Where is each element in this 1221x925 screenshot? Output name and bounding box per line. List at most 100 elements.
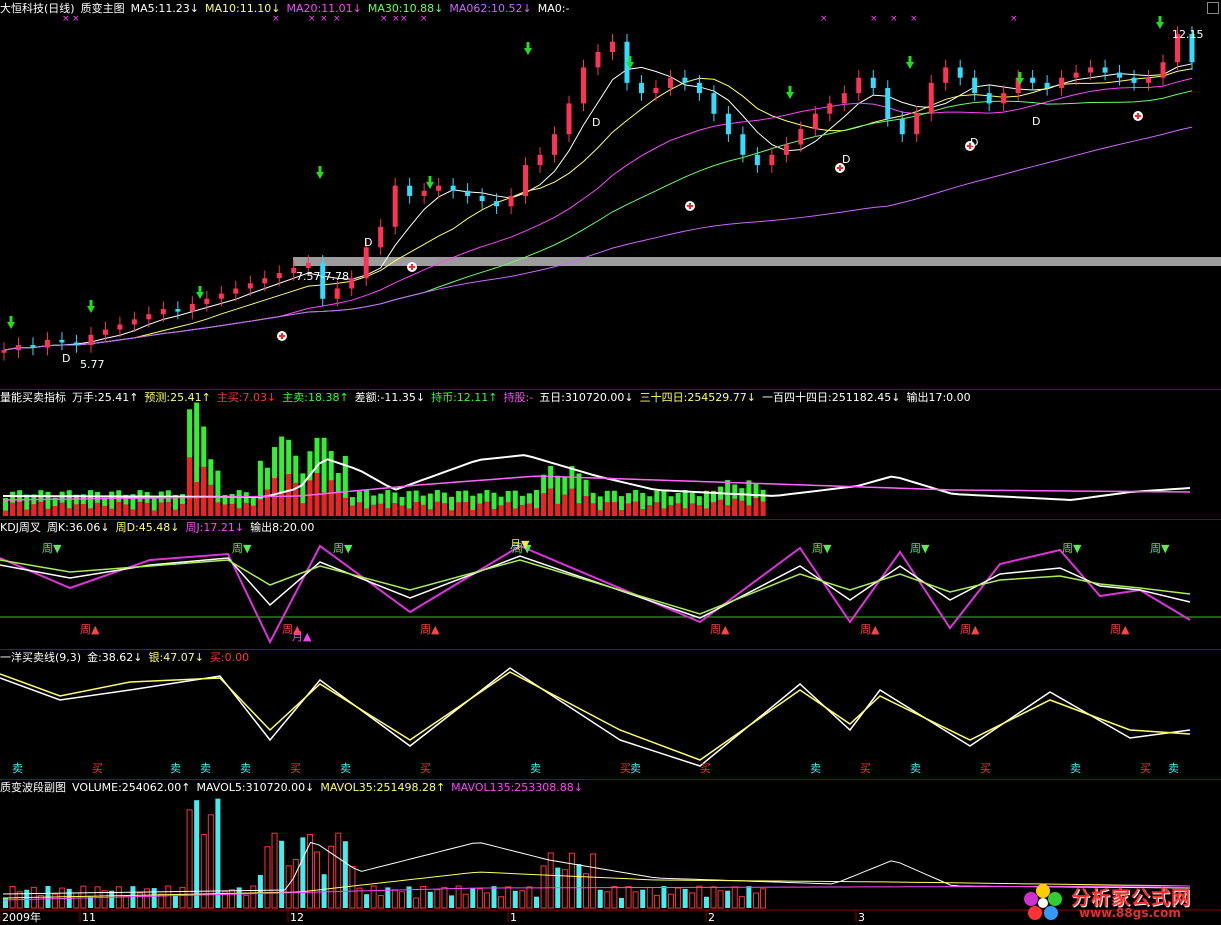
- energy-bar-buy: [668, 505, 674, 516]
- panel-separator: [0, 519, 1221, 520]
- volume-bar-up: [675, 887, 682, 909]
- volume-bar-down: [534, 896, 539, 908]
- volume-bar-up: [646, 886, 653, 909]
- date-label: 11: [82, 911, 96, 924]
- kdj-week-down-mark: 周▼: [1062, 542, 1082, 555]
- candle-body: [523, 165, 529, 196]
- kdj-d-line: [0, 559, 1191, 615]
- energy-bar-buy: [38, 501, 44, 516]
- candle-body: [986, 93, 992, 104]
- volume-bar-up: [229, 889, 236, 909]
- energy-bar-buy: [3, 510, 8, 516]
- energy-bar-buy: [491, 508, 497, 516]
- mavol35-line: [2, 871, 1191, 899]
- candle-body: [1117, 72, 1123, 78]
- top-x-mark: ×: [62, 14, 70, 24]
- candle-body: [102, 329, 108, 335]
- energy-bar-buy: [555, 503, 561, 516]
- ma5-line: [3, 63, 1193, 351]
- candle-body: [856, 77, 862, 94]
- volume-bar-up: [476, 888, 483, 909]
- candle-body: [117, 324, 123, 330]
- volume-bar-down: [87, 896, 93, 908]
- energy-bar-buy: [17, 501, 23, 516]
- energy-bar-buy: [633, 501, 639, 516]
- energy-bar-buy: [31, 504, 37, 516]
- energy-bar-buy: [597, 510, 603, 516]
- energy-bar-buy: [434, 501, 440, 516]
- kdj-k-line: [0, 555, 1191, 619]
- energy-bar-buy: [463, 502, 469, 516]
- candle-body: [334, 288, 340, 299]
- candle-body: [465, 190, 471, 196]
- energy-bar-buy: [52, 506, 58, 516]
- sell-signal: 卖: [170, 762, 181, 775]
- energy-bar-buy: [371, 504, 377, 516]
- energy-bar-buy: [215, 502, 221, 516]
- volume-bar-down: [661, 886, 667, 908]
- volume-bar-up: [328, 845, 335, 909]
- candle-body: [30, 345, 36, 348]
- energy-bar-buy: [73, 504, 79, 516]
- energy-bar-buy: [562, 494, 568, 516]
- candle-body: [725, 113, 731, 135]
- top-x-mark: ×: [333, 14, 341, 24]
- candle-body: [189, 303, 195, 312]
- energy-bar-buy: [753, 498, 759, 516]
- energy-bar-buy: [257, 499, 263, 516]
- volume-bar-up: [689, 892, 696, 909]
- candle-body: [276, 273, 282, 279]
- energy-bar-buy: [590, 503, 596, 516]
- candle-body: [59, 339, 65, 343]
- energy-bar-buy: [286, 474, 292, 516]
- candle-body: [740, 134, 746, 155]
- kdj-week-down-mark: 周▼: [333, 542, 353, 555]
- candle-body: [1102, 67, 1108, 73]
- energy-bar-buy: [441, 503, 447, 516]
- volume-bar-down: [512, 890, 518, 908]
- buy-signal: 买: [860, 762, 871, 775]
- price-high-label: 12.15: [1172, 28, 1204, 41]
- volume-bar-down: [109, 890, 115, 908]
- candle-body: [421, 190, 427, 196]
- energy-bar-buy: [335, 492, 341, 516]
- volume-bar-up: [186, 809, 193, 909]
- top-x-mark: ×: [420, 14, 428, 24]
- energy-bar-buy: [413, 501, 419, 516]
- panel-separator: [0, 649, 1221, 650]
- candle-body: [581, 67, 587, 104]
- date-label: 1: [510, 911, 517, 924]
- energy-bar-buy: [498, 505, 504, 516]
- energy-bar-buy: [80, 504, 86, 516]
- energy-bar-buy: [526, 503, 532, 516]
- sell-signal: 卖: [630, 762, 641, 775]
- sell-signal: 卖: [200, 762, 211, 775]
- candle-body: [769, 154, 775, 166]
- energy-bar-buy: [307, 480, 313, 516]
- volume-bar-up: [52, 893, 59, 909]
- kdj-week-up-mark: 周▲: [80, 623, 100, 636]
- candle-body: [609, 41, 615, 52]
- volume-bar-up: [604, 891, 611, 909]
- candle-body: [1160, 62, 1166, 78]
- candle-body: [914, 113, 920, 135]
- candle-body: [262, 278, 268, 284]
- energy-bar-buy: [151, 510, 157, 516]
- volume-bar-up: [526, 886, 533, 909]
- volume-bar-down: [640, 889, 646, 908]
- volume-bar-down: [746, 886, 752, 908]
- volume-bar-up: [80, 885, 87, 909]
- d-marker: D: [592, 116, 600, 129]
- top-x-mark: ×: [392, 14, 400, 24]
- mavol135-line: [2, 885, 1191, 901]
- energy-bar-buy: [420, 504, 426, 516]
- kdj-month-up-mark: 月▲: [292, 630, 312, 643]
- energy-bar-buy: [378, 503, 384, 516]
- panel-separator: [0, 779, 1221, 780]
- volume-bar-up: [349, 866, 356, 909]
- energy-bar-buy: [711, 502, 716, 516]
- panel-separator: [0, 389, 1221, 390]
- energy-bar-buy: [87, 508, 93, 516]
- volume-bar-down: [725, 890, 731, 908]
- energy-bar-buy: [456, 502, 462, 516]
